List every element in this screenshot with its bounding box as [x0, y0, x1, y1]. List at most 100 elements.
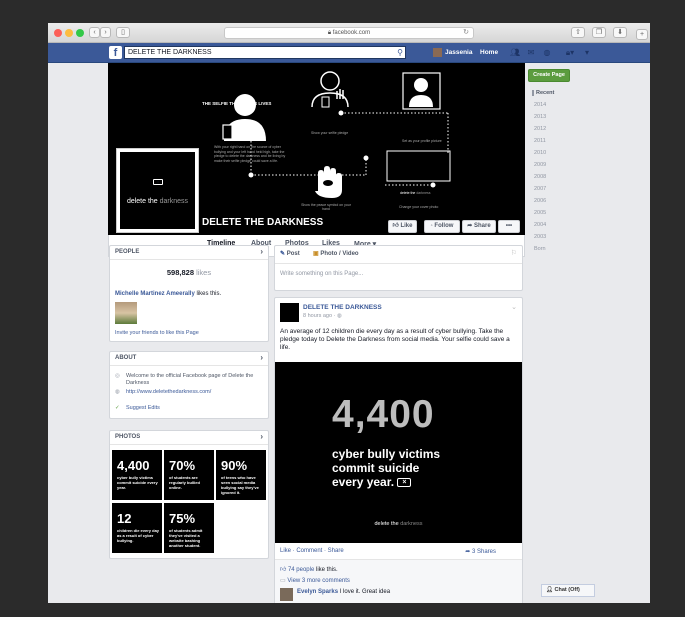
- comment: Evelyn Sparks I love it. Great idea: [297, 589, 391, 595]
- composer-post-tab[interactable]: ✎ Post: [280, 250, 300, 257]
- year-link[interactable]: 2010: [534, 150, 546, 156]
- cover-instructions: With your right hand on the source of cy…: [214, 145, 286, 163]
- lock-icon: 🔒︎: [327, 30, 332, 36]
- post-image-number: 4,400: [332, 393, 435, 436]
- liker-avatar[interactable]: [115, 302, 137, 324]
- year-link[interactable]: Born: [534, 246, 546, 252]
- shares-count[interactable]: ➦ 3 Shares: [465, 548, 496, 555]
- suggest-edits-link[interactable]: Suggest Edits: [126, 405, 160, 411]
- people-card: PEOPLE › 598,828 likes Michelle Martinez …: [109, 245, 269, 342]
- composer-photo-tab[interactable]: ▣ Photo / Video: [313, 250, 359, 257]
- post-image-line-1: cyber bully victims: [332, 447, 441, 461]
- friend-requests-icon[interactable]: 👥︎: [510, 48, 520, 57]
- year-link[interactable]: 2006: [534, 198, 546, 204]
- post-likes: 👍︎ 74 people like this.: [280, 567, 338, 573]
- chat-button[interactable]: 👤︎ Chat (Off): [541, 584, 595, 597]
- pencil-icon: ✎: [280, 251, 286, 257]
- post-time[interactable]: 8 hours ago · ◍: [303, 313, 342, 319]
- follow-button[interactable]: ◦ Follow: [424, 220, 460, 233]
- cover-top-caption: THE SELFIE THAT SAVES LIVES: [202, 101, 272, 106]
- sidebar-icon[interactable]: ▯: [116, 27, 130, 38]
- photo-thumbnail[interactable]: 12 children die every day as a result of …: [112, 503, 162, 553]
- share-arrow-icon: ➦: [465, 549, 471, 555]
- comment-icon: ▭: [280, 578, 286, 584]
- year-link[interactable]: 2005: [534, 210, 546, 216]
- composer-input[interactable]: Write something on this Page...: [280, 271, 363, 277]
- search-input[interactable]: DELETE THE DARKNESS ⚲: [124, 46, 406, 59]
- post-page-name[interactable]: DELETE THE DARKNESS: [303, 304, 382, 311]
- messages-icon[interactable]: ✉: [526, 48, 536, 57]
- like-page-button[interactable]: 👍︎ Like: [388, 220, 417, 233]
- chevron-down-icon[interactable]: ⌄: [511, 303, 517, 311]
- view-more-comments[interactable]: ▭ View 3 more comments: [280, 577, 350, 584]
- address-bar[interactable]: 🔒︎ facebook.com ↻: [224, 27, 474, 39]
- year-link[interactable]: 2003: [534, 234, 546, 240]
- tabs-icon[interactable]: ❐: [592, 27, 606, 38]
- photo-thumbnail[interactable]: 75% of students admit they've visited a w…: [164, 503, 214, 553]
- photo-thumbnail[interactable]: 4,400 cyber bully victims commit suicide …: [112, 450, 162, 500]
- chevron-right-icon[interactable]: ›: [260, 353, 263, 362]
- privacy-shortcuts-icon[interactable]: 🔒︎▾: [562, 48, 578, 57]
- thumbs-up-icon: 👍︎: [280, 567, 287, 573]
- profile-link[interactable]: Jassenia: [433, 47, 472, 58]
- year-link[interactable]: 2009: [534, 162, 546, 168]
- settings-chevron-down-icon[interactable]: ▾: [582, 48, 592, 57]
- commenter-avatar[interactable]: [280, 588, 293, 601]
- post-card: DELETE THE DARKNESS 8 hours ago · ◍ ⌄ An…: [274, 297, 523, 603]
- zoom-window-button[interactable]: [76, 29, 84, 37]
- post-image[interactable]: 4,400 cyber bully victims commit suicide…: [275, 362, 522, 543]
- photo-thumbnail[interactable]: 90% of teens who have seen social media b…: [216, 450, 266, 500]
- download-icon[interactable]: ⬇: [613, 27, 627, 38]
- camera-icon: ▣: [313, 251, 319, 257]
- about-header: ABOUT ›: [110, 352, 268, 366]
- chat-icon: 👤︎: [546, 587, 553, 593]
- post-actions[interactable]: Like · Comment · Share: [280, 548, 344, 554]
- year-link[interactable]: 2011: [534, 138, 546, 144]
- more-options-button[interactable]: •••: [498, 220, 520, 233]
- page-avatar[interactable]: [280, 303, 299, 322]
- photos-header: PHOTOS ›: [110, 431, 268, 445]
- website-link[interactable]: http://www.deletethedarkness.com/: [126, 389, 211, 395]
- liker-line: Michelle Martinez Ameerally likes this.: [115, 291, 222, 297]
- post-image-footer: delete the darkness: [374, 521, 423, 527]
- year-link[interactable]: 2012: [534, 126, 546, 132]
- about-description: Welcome to the official Facebook page of…: [126, 373, 254, 386]
- forward-icon[interactable]: ›: [100, 27, 111, 38]
- people-header: PEOPLE ›: [110, 246, 268, 260]
- reload-icon[interactable]: ↻: [463, 28, 469, 38]
- create-page-button[interactable]: Create Page: [528, 69, 570, 82]
- thumbs-up-icon: 👍︎: [392, 223, 399, 229]
- info-icon: ◎: [115, 373, 120, 379]
- notifications-icon[interactable]: ◍: [542, 48, 552, 57]
- new-tab-button[interactable]: +: [636, 29, 648, 40]
- facebook-logo-icon[interactable]: f: [109, 46, 122, 59]
- invite-friends-link[interactable]: Invite your friends to like this Page: [115, 330, 199, 336]
- rss-icon: ◦: [430, 223, 433, 229]
- year-link[interactable]: 2007: [534, 186, 546, 192]
- year-link[interactable]: 2014: [534, 102, 546, 108]
- delete-key-icon: ×: [397, 478, 412, 488]
- year-link[interactable]: Recent: [532, 90, 554, 96]
- profile-picture[interactable]: × delete the darkness: [117, 149, 198, 232]
- search-icon[interactable]: ⚲: [397, 47, 403, 58]
- cover-step-2: Set as your profile picture: [402, 139, 442, 143]
- year-link[interactable]: 2008: [534, 174, 546, 180]
- url-text: facebook.com: [332, 30, 371, 36]
- year-link[interactable]: 2013: [534, 114, 546, 120]
- close-window-button[interactable]: [54, 29, 62, 37]
- chevron-right-icon[interactable]: ›: [260, 432, 263, 441]
- post-image-line-2: commit suicide: [332, 461, 420, 475]
- year-link[interactable]: 2004: [534, 222, 546, 228]
- back-icon[interactable]: ‹: [89, 27, 100, 38]
- liker-name[interactable]: Michelle Martinez Ameerally: [115, 291, 195, 297]
- browser-toolbar: ‹ › ▯ 🔒︎ facebook.com ↻ ⇧ ❐ ⬇ +: [48, 23, 650, 43]
- facebook-header: f DELETE THE DARKNESS ⚲ Jassenia Home 👥︎…: [48, 43, 650, 63]
- photos-card: PHOTOS › 4,400 cyber bully victims commit …: [109, 430, 269, 559]
- about-card: ABOUT › ◎ Welcome to the official Faceboo…: [109, 351, 269, 419]
- minimize-window-button[interactable]: [65, 29, 73, 37]
- photo-thumbnail[interactable]: 70% of students are regularly bullied onl…: [164, 450, 214, 500]
- share-icon[interactable]: ⇧: [571, 27, 585, 38]
- share-button[interactable]: ➦ Share: [462, 220, 496, 233]
- home-link[interactable]: Home: [480, 47, 498, 58]
- chevron-right-icon[interactable]: ›: [260, 247, 263, 256]
